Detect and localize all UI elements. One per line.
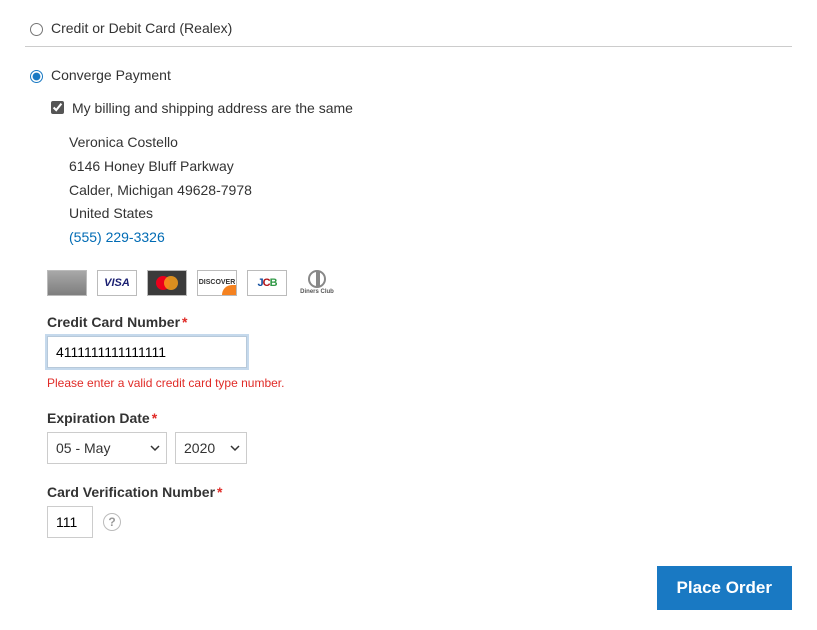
cc-number-label: Credit Card Number*: [47, 314, 792, 330]
expiration-label: Expiration Date*: [47, 410, 792, 426]
place-order-button[interactable]: Place Order: [657, 566, 792, 610]
payment-method-converge-label: Converge Payment: [51, 67, 171, 83]
actions-row: Place Order: [47, 558, 792, 610]
expiration-year-value: 2020: [184, 440, 215, 456]
payment-method-converge: Converge Payment My billing and shipping…: [25, 57, 792, 620]
jcb-icon: JCB: [247, 270, 287, 296]
payment-method-realex-row[interactable]: Credit or Debit Card (Realex): [25, 20, 792, 36]
billing-address: Veronica Costello 6146 Honey Bluff Parkw…: [47, 127, 792, 260]
diners-club-icon: Diners Club: [297, 270, 337, 296]
cc-number-error: Please enter a valid credit card type nu…: [47, 376, 792, 390]
payment-method-converge-row[interactable]: Converge Payment: [25, 67, 792, 83]
billing-country: United States: [69, 202, 792, 226]
payment-method-realex-radio[interactable]: [30, 23, 43, 36]
cvv-field: Card Verification Number* ?: [47, 484, 792, 538]
amex-icon: [47, 270, 87, 296]
chevron-down-icon: [230, 443, 240, 453]
same-address-checkbox[interactable]: [51, 101, 64, 114]
discover-icon: DISCOVER: [197, 270, 237, 296]
billing-phone-link[interactable]: (555) 229-3326: [69, 229, 165, 245]
converge-form: My billing and shipping address are the …: [25, 88, 792, 610]
expiration-month-select[interactable]: 05 - May: [47, 432, 167, 464]
billing-city-region-zip: Calder, Michigan 49628-7978: [69, 179, 792, 203]
cc-number-field: Credit Card Number* Please enter a valid…: [47, 314, 792, 390]
expiration-month-value: 05 - May: [56, 440, 110, 456]
cvv-input[interactable]: [47, 506, 93, 538]
help-icon[interactable]: ?: [103, 513, 121, 531]
payment-method-converge-radio[interactable]: [30, 70, 43, 83]
same-address-row[interactable]: My billing and shipping address are the …: [47, 98, 792, 117]
same-address-label: My billing and shipping address are the …: [72, 100, 353, 116]
chevron-down-icon: [150, 443, 160, 453]
divider: [25, 46, 792, 47]
visa-icon: VISA: [97, 270, 137, 296]
cvv-label: Card Verification Number*: [47, 484, 792, 500]
expiration-field: Expiration Date* 05 - May 2020: [47, 410, 792, 464]
expiration-year-select[interactable]: 2020: [175, 432, 247, 464]
mastercard-icon: [147, 270, 187, 296]
payment-method-realex: Credit or Debit Card (Realex): [25, 10, 792, 57]
billing-street: 6146 Honey Bluff Parkway: [69, 155, 792, 179]
billing-name: Veronica Costello: [69, 131, 792, 155]
payment-method-realex-label: Credit or Debit Card (Realex): [51, 20, 232, 36]
cc-number-input[interactable]: [47, 336, 247, 368]
accepted-cards: VISA DISCOVER JCB Diners Club: [47, 260, 792, 314]
